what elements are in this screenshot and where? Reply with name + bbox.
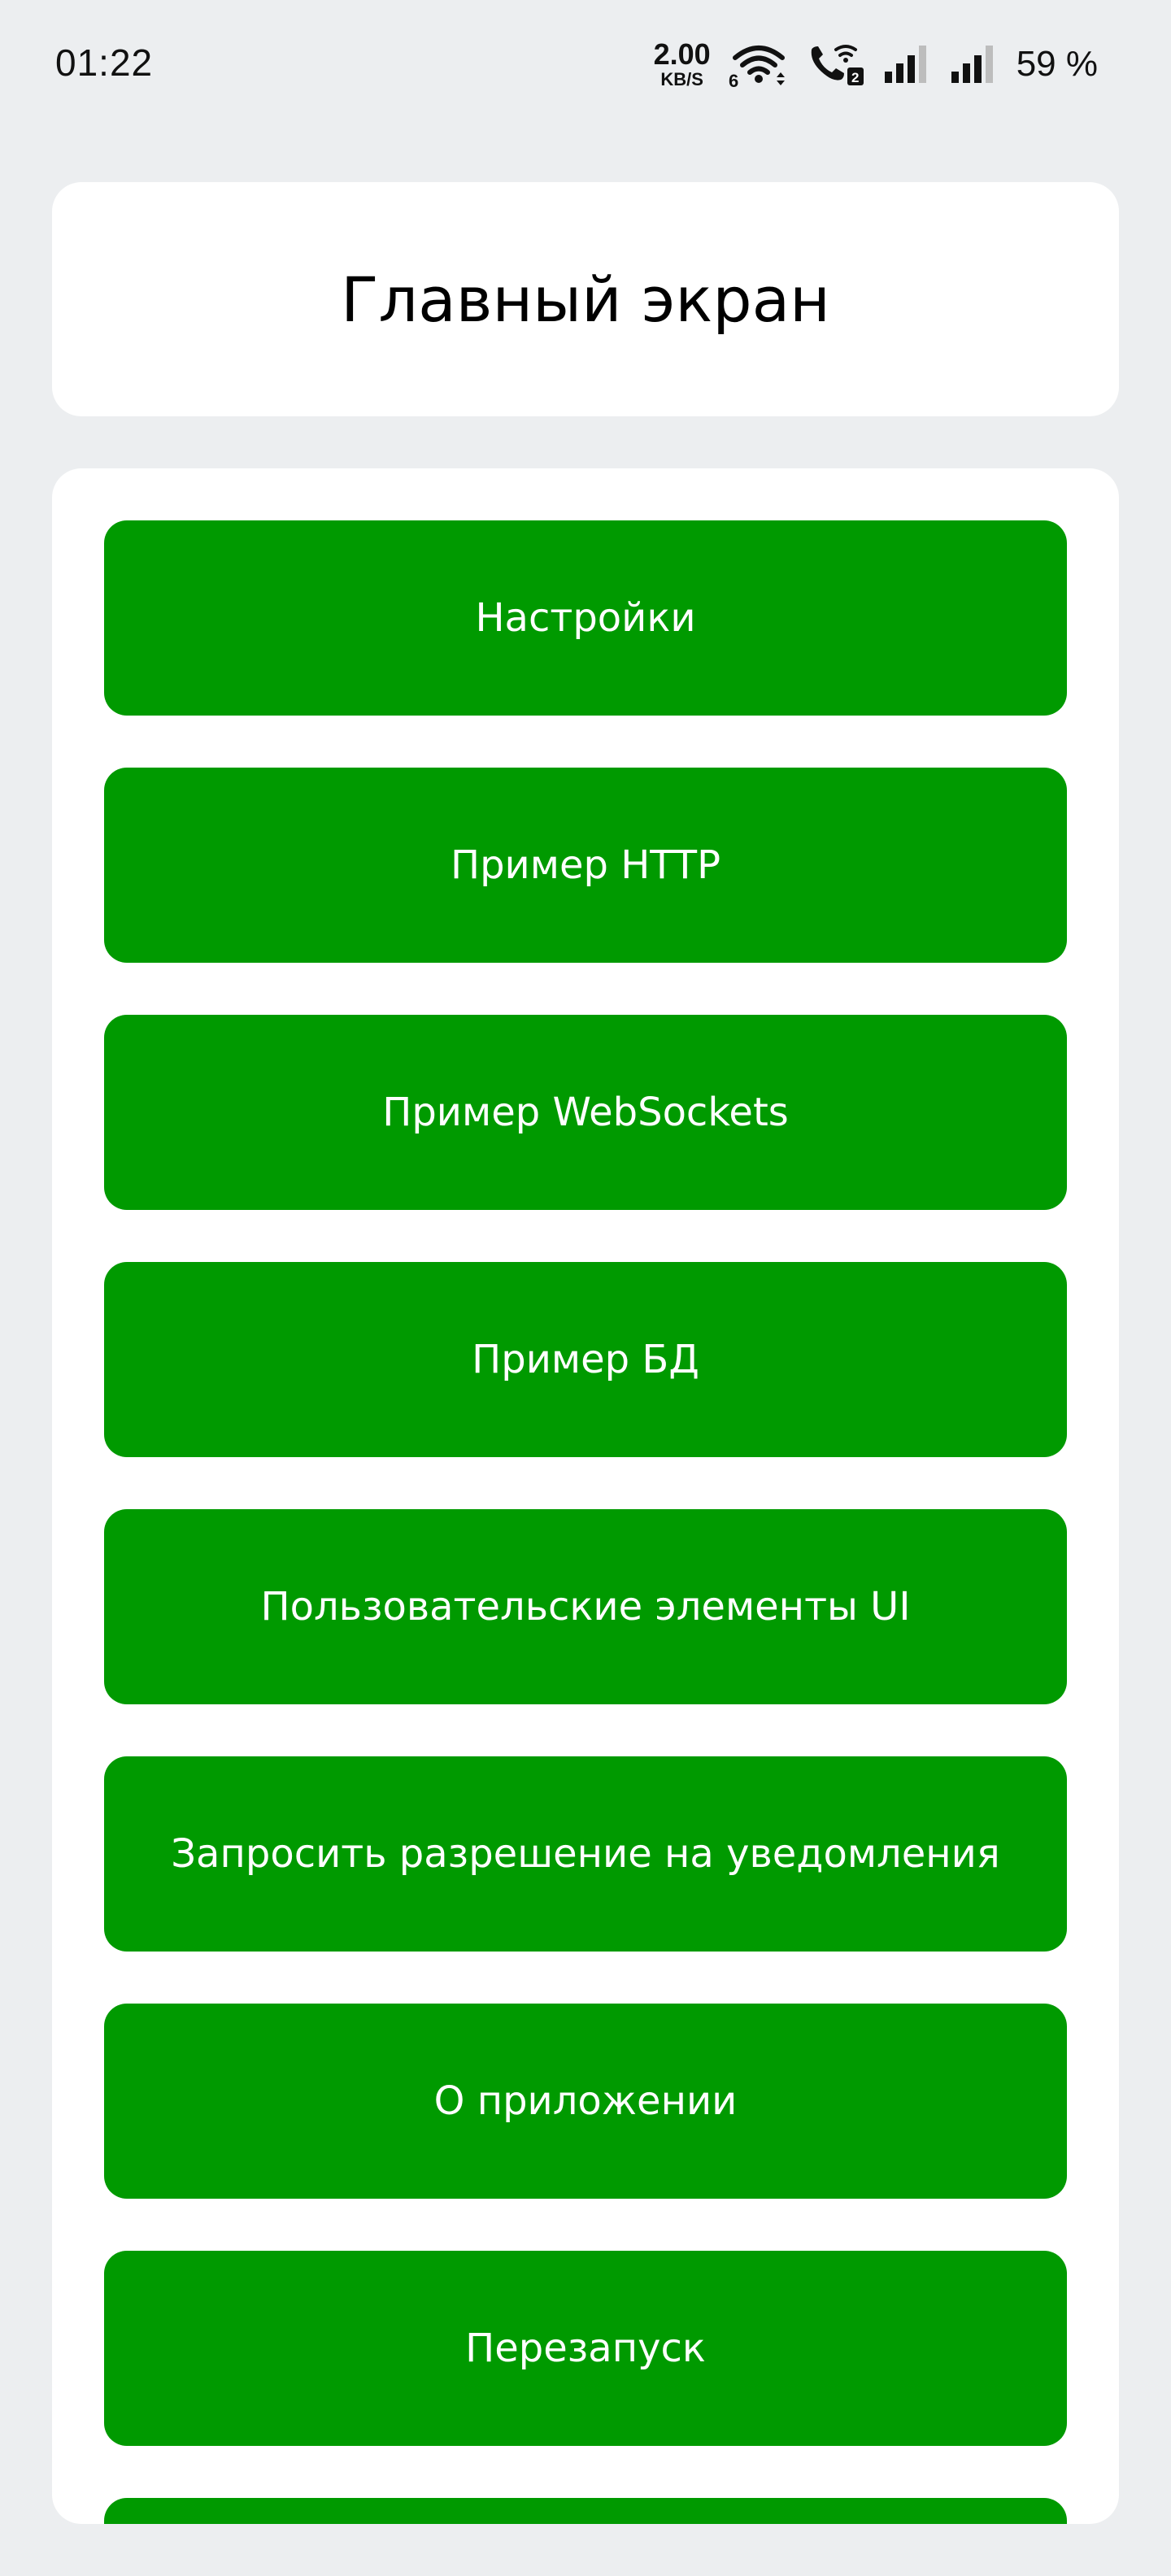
http-example-button[interactable]: Пример HTTP bbox=[104, 768, 1067, 963]
network-speed: 2.00 KB/S bbox=[654, 40, 711, 89]
call-badge: 2 bbox=[851, 70, 859, 85]
page-title: Главный экран bbox=[341, 263, 830, 336]
websockets-example-button[interactable]: Пример WebSockets bbox=[104, 1015, 1067, 1210]
wifi-call-icon: 2 bbox=[807, 41, 865, 87]
title-card: Главный экран bbox=[52, 182, 1119, 416]
menu-list: Настройки Пример HTTP Пример WebSockets … bbox=[104, 520, 1067, 2524]
restart-button[interactable]: Перезапуск bbox=[104, 2251, 1067, 2446]
about-app-button[interactable]: О приложении bbox=[104, 2004, 1067, 2199]
wifi-badge: 6 bbox=[729, 71, 738, 87]
settings-button[interactable]: Настройки bbox=[104, 520, 1067, 716]
custom-ui-elements-button[interactable]: Пользовательские элементы UI bbox=[104, 1509, 1067, 1704]
status-time: 01:22 bbox=[55, 41, 154, 84]
status-icons: 2.00 KB/S 6 2 59 % bbox=[654, 37, 1098, 91]
partially-visible-button[interactable] bbox=[104, 2498, 1067, 2524]
request-notification-permission-button[interactable]: Запросить разрешение на уведомления bbox=[104, 1756, 1067, 1952]
status-bar: 01:22 2.00 KB/S 6 2 59 % bbox=[0, 0, 1171, 130]
battery-percent: 59 % bbox=[1016, 44, 1098, 84]
signal-icon-sim2 bbox=[950, 44, 999, 85]
network-speed-unit: KB/S bbox=[660, 69, 703, 89]
menu-card[interactable]: Настройки Пример HTTP Пример WebSockets … bbox=[52, 468, 1119, 2524]
wifi-icon: 6 bbox=[729, 41, 789, 87]
signal-icon-sim1 bbox=[883, 44, 932, 85]
network-speed-value: 2.00 bbox=[653, 37, 711, 71]
db-example-button[interactable]: Пример БД bbox=[104, 1262, 1067, 1457]
